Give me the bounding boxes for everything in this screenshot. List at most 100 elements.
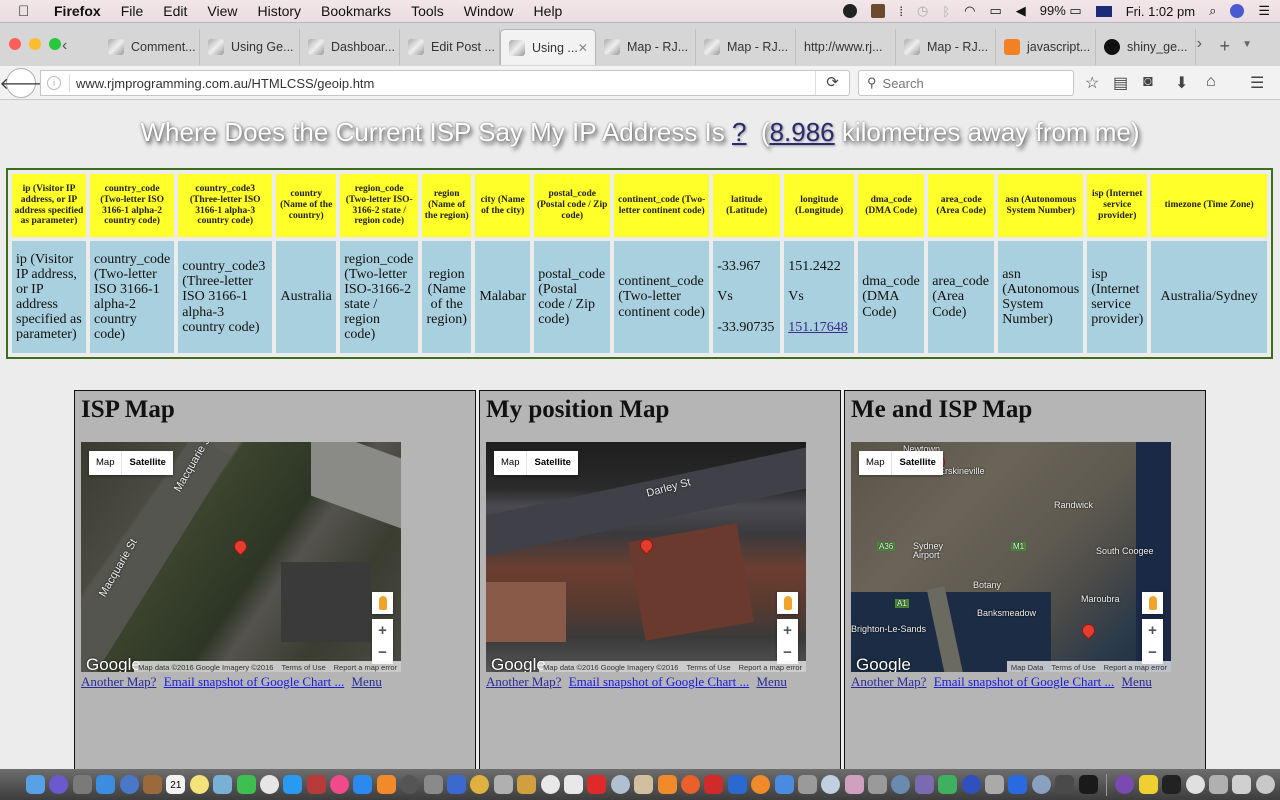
home-icon[interactable]: ⌂ [1206,73,1216,91]
dock-app-icon[interactable] [985,775,1005,794]
dock-app-icon[interactable] [213,775,233,794]
minimize-window-button[interactable] [29,38,41,50]
new-tab-button[interactable]: + [1219,36,1230,57]
dock-app-icon[interactable] [914,775,934,794]
dock-app-icon[interactable] [540,775,560,794]
another-map-link[interactable]: Another Map? [81,674,156,689]
dock-app-icon[interactable] [119,775,139,794]
dock-app-icon[interactable] [259,775,279,794]
dock-app-icon[interactable] [587,775,607,794]
dock-app-icon[interactable] [704,775,724,794]
another-map-link[interactable]: Another Map? [486,674,561,689]
map-marker-icon[interactable] [232,538,249,555]
map-type-map-button[interactable]: Map [494,451,526,475]
zoom-out-button[interactable]: − [1148,644,1157,661]
site-info-icon[interactable]: i [47,76,61,90]
dock-app-icon[interactable] [517,775,537,794]
reload-button[interactable]: ⟳ [815,71,849,95]
dock-app-icon[interactable] [400,775,420,794]
dock-app-icon[interactable] [680,775,700,794]
report-map-error-link[interactable]: Report a map error [1104,663,1167,672]
dock-app-icon[interactable] [821,775,841,794]
url-bar[interactable]: i www.rjmprogramming.com.au/HTMLCSS/geoi… [40,70,850,96]
dock-app-icon[interactable] [868,775,888,794]
menu-history[interactable]: History [257,3,301,19]
dock-app-icon[interactable] [49,775,69,794]
dock-app-icon[interactable] [797,775,817,794]
dock-app-icon[interactable] [1162,775,1182,794]
tab-scroll-left-icon[interactable]: ‹ [62,37,67,55]
status-audio-icon[interactable] [871,4,886,18]
dock-app-icon[interactable] [1008,775,1028,794]
terms-of-use-link[interactable]: Terms of Use [686,663,730,672]
dock-app-icon[interactable] [961,775,981,794]
title-help-link[interactable]: ? [732,117,746,147]
distance-link[interactable]: 8.986 [770,117,835,147]
dock-app-icon[interactable] [189,775,209,794]
tab[interactable]: Dashboar... [300,29,400,65]
dock-app-icon[interactable] [26,775,45,794]
tab[interactable]: Map - RJ... [596,29,696,65]
isp-map[interactable]: Macquarie St Macquarie St Map Satellite … [81,442,401,672]
dock-app-icon[interactable] [1255,775,1275,794]
terms-of-use-link[interactable]: Terms of Use [281,663,325,672]
my-position-map[interactable]: Darley St Map Satellite + − Google Map d… [486,442,806,672]
dock-app-icon[interactable] [423,775,443,794]
report-map-error-link[interactable]: Report a map error [334,663,397,672]
dock-app-icon[interactable] [493,775,513,794]
search-placeholder[interactable]: Search [883,76,924,91]
dock-app-icon[interactable] [727,775,747,794]
reading-list-icon[interactable]: ▤ [1113,73,1128,93]
report-map-error-link[interactable]: Report a map error [739,663,802,672]
zoom-in-button[interactable]: + [378,622,387,639]
dock-app-icon[interactable] [657,775,677,794]
zoom-out-button[interactable]: − [783,644,792,661]
dock-app-icon[interactable] [844,775,864,794]
status-app-icon[interactable] [843,4,858,18]
zoom-window-button[interactable] [49,38,61,50]
volume-icon[interactable]: ◀ [1016,3,1026,19]
map-type-satellite-button[interactable]: Satellite [891,451,942,475]
wifi-icon[interactable]: ◠ [964,3,975,19]
back-button[interactable]: 🡐 [0,68,42,98]
tab[interactable]: http://www.rj... [796,29,896,65]
dock-app-icon[interactable] [353,775,373,794]
dock-app-icon[interactable] [447,775,467,794]
dock-app-icon[interactable] [891,775,911,794]
dock-app-icon[interactable] [96,775,116,794]
dock-app-icon[interactable] [236,775,256,794]
tab-active[interactable]: Using ... ✕ [500,29,596,65]
apple-menu-icon[interactable]:  [18,3,38,20]
zoom-in-button[interactable]: + [783,622,792,639]
menu-help[interactable]: Help [534,3,563,19]
email-snapshot-link[interactable]: Email snapshot of Google Chart ... [569,674,750,689]
dock-app-icon[interactable] [72,775,92,794]
dock-app-icon[interactable] [751,775,771,794]
tab[interactable]: Comment... [100,29,200,65]
map-type-map-button[interactable]: Map [89,451,121,475]
dock-app-icon[interactable] [634,775,654,794]
isp-marker-icon[interactable] [1080,622,1097,639]
tab-scroll-right-icon[interactable]: › [1197,35,1202,53]
airplay-icon[interactable]: ▭ [989,3,1001,19]
dock-app-icon[interactable] [774,775,794,794]
zoom-out-button[interactable]: − [378,644,387,661]
tab[interactable]: Using Ge... [200,29,300,65]
tab[interactable]: Edit Post ... [400,29,500,65]
dock-app-icon[interactable] [1055,775,1075,794]
time-machine-icon[interactable]: ◷ [917,3,928,19]
close-tab-icon[interactable]: ✕ [578,41,588,55]
battery-status[interactable]: 99% ▭ [1040,3,1082,19]
downloads-icon[interactable]: ⬇ [1175,73,1188,93]
menu-link[interactable]: Menu [351,674,381,689]
dock-app-icon[interactable] [376,775,396,794]
dock-app-icon[interactable] [470,775,490,794]
menu-tools[interactable]: Tools [411,3,444,19]
map-data-text[interactable]: Map Data [1011,663,1044,672]
dock-app-icon[interactable] [142,775,162,794]
terms-of-use-link[interactable]: Terms of Use [1051,663,1095,672]
dock-app-icon[interactable] [1185,775,1205,794]
tab[interactable]: javascript... [996,29,1096,65]
notification-center-icon[interactable]: ☰ [1258,3,1270,19]
menu-bookmarks[interactable]: Bookmarks [321,3,391,19]
